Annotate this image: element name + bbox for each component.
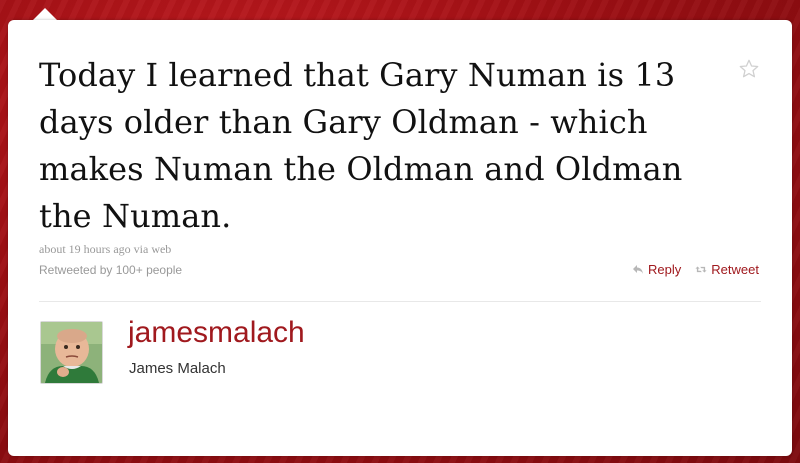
author-full-name: James Malach [129, 360, 226, 377]
retweet-button[interactable]: Retweet [695, 262, 759, 277]
author-username[interactable]: jamesmalach [128, 316, 305, 350]
retweet-icon [695, 266, 707, 273]
tweet-text: Today I learned that Gary Numan is 13 da… [39, 56, 683, 235]
retweet-count: Retweeted by 100+ people [39, 263, 183, 277]
divider [39, 301, 761, 302]
reply-label: Reply [648, 262, 682, 277]
retweet-label: Retweet [711, 262, 759, 277]
star-icon[interactable] [738, 58, 760, 80]
tweet-card: Today I learned that Gary Numan is 13 da… [8, 20, 792, 456]
tweet-timestamp: about 19 hours ago via web [39, 242, 172, 256]
avatar-image [41, 322, 102, 383]
reply-icon [633, 265, 644, 274]
tweet-actions: Reply Retweet [632, 262, 759, 277]
card-notch [33, 8, 57, 20]
avatar[interactable] [40, 321, 103, 384]
reply-button[interactable]: Reply [632, 262, 681, 277]
